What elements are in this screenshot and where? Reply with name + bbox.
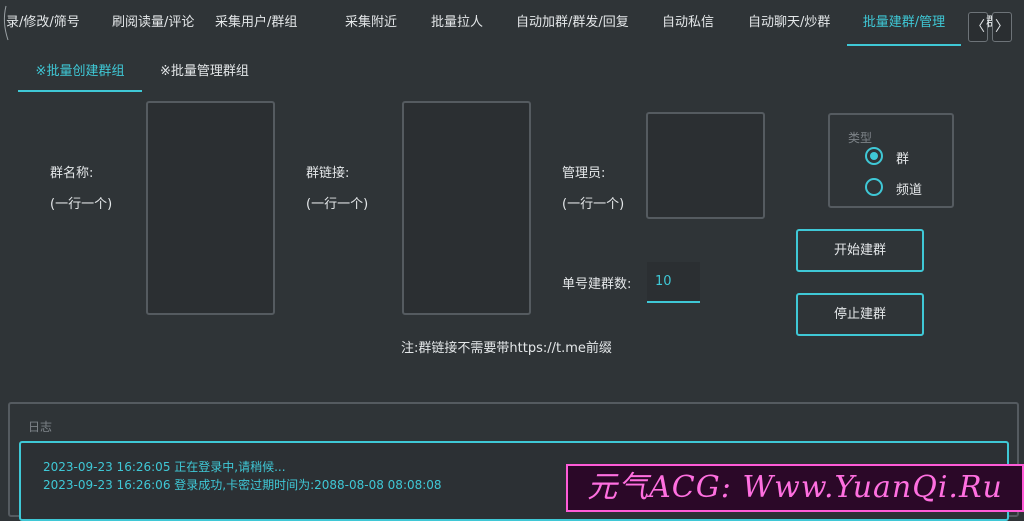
group-link-textarea[interactable]	[402, 101, 531, 315]
subtab-batch-create-groups[interactable]: ※批量创建群组	[18, 58, 142, 92]
tab-batch-invite[interactable]: 批量拉人	[431, 0, 483, 44]
tab-login-modify-filter[interactable]: 录/修改/筛号	[6, 0, 80, 44]
log-line: 2023-09-23 16:26:05 正在登录中,请稍候...	[43, 460, 286, 474]
admin-textarea[interactable]	[646, 112, 765, 219]
group-name-textarea[interactable]	[146, 101, 275, 315]
link-note: 注:群链接不需要带https://t.me前缀	[401, 341, 612, 356]
log-title: 日志	[28, 420, 53, 434]
tab-auto-join-broadcast-reply[interactable]: 自动加群/群发/回复	[516, 0, 629, 44]
group-link-label: 群链接:	[306, 166, 350, 181]
tab-views-comments[interactable]: 刷阅读量/评论	[112, 0, 194, 44]
radio-unchecked-icon[interactable]	[865, 178, 883, 196]
count-label: 单号建群数:	[562, 277, 632, 292]
count-input[interactable]	[647, 262, 700, 303]
tab-collect-nearby[interactable]: 采集附近	[345, 0, 397, 44]
radio-checked-icon[interactable]	[865, 147, 883, 165]
subtab-batch-manage-groups[interactable]: ※批量管理群组	[160, 58, 249, 90]
group-name-label: 群名称:	[50, 166, 94, 181]
tab-auto-chat-hype[interactable]: 自动聊天/炒群	[748, 0, 830, 44]
top-tab-bar: 录/修改/筛号 刷阅读量/评论 采集用户/群组 采集附近 批量拉人 自动加群/群…	[0, 0, 1024, 46]
type-radio-group: 类型 群 频道	[828, 113, 954, 208]
log-line: 2023-09-23 16:26:06 登录成功,卡密过期时间为:2088-08…	[43, 478, 442, 492]
type-group-title: 类型	[848, 131, 873, 145]
stop-create-button[interactable]: 停止建群	[796, 293, 924, 336]
tab-auto-private-message[interactable]: 自动私信	[662, 0, 714, 44]
tab-batch-create-manage[interactable]: 批量建群/管理	[847, 0, 961, 46]
tab-collect-users-groups[interactable]: 采集用户/群组	[215, 0, 297, 44]
tab-scroll-right-button[interactable]: 〉	[992, 12, 1012, 42]
type-option-group-label: 群	[896, 152, 910, 167]
watermark-logo: 元气ACG: Www.YuanQi.Ru	[566, 464, 1024, 512]
type-option-channel-label: 频道	[896, 183, 923, 198]
admin-label: 管理员:	[562, 166, 606, 181]
start-create-button[interactable]: 开始建群	[796, 229, 924, 272]
group-link-hint: (一行一个)	[306, 197, 369, 212]
group-name-hint: (一行一个)	[50, 197, 113, 212]
admin-hint: (一行一个)	[562, 197, 625, 212]
tab-scroll-left-button[interactable]: 〈	[968, 12, 988, 42]
